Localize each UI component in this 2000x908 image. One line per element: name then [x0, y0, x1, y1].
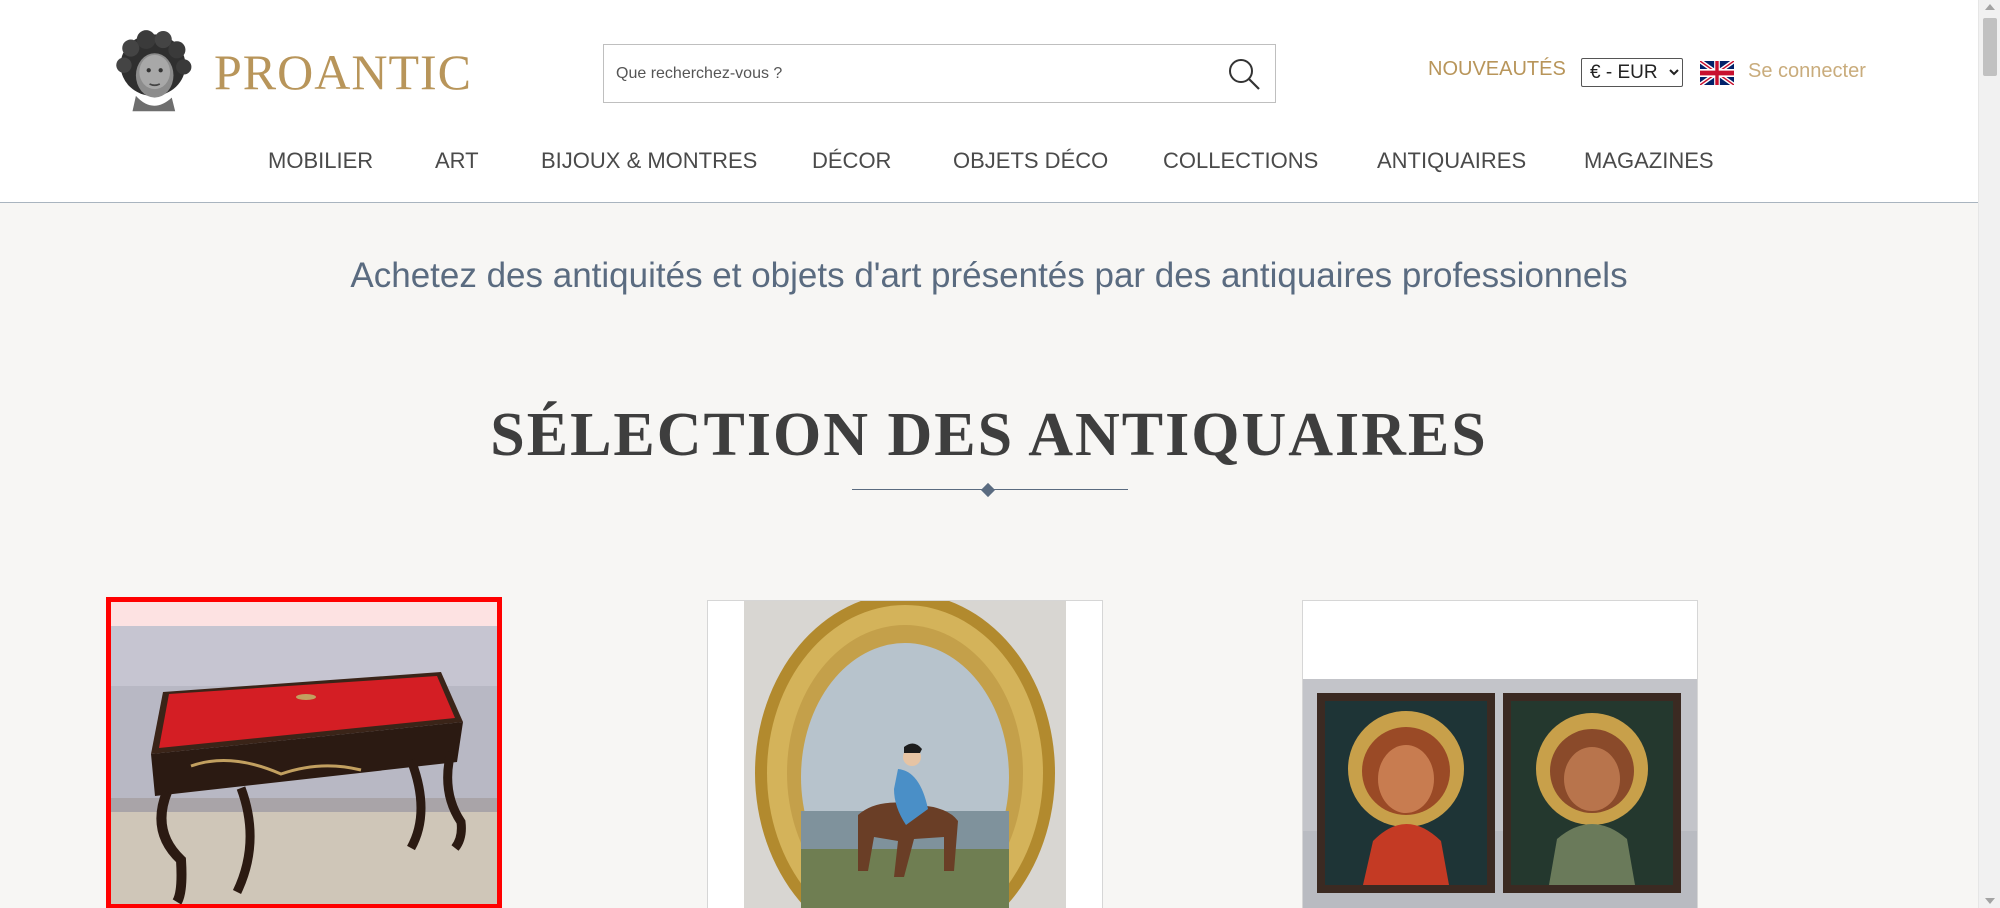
search-icon[interactable]: [1227, 57, 1261, 91]
section-title: SÉLECTION DES ANTIQUAIRES: [490, 401, 1488, 469]
product-card-icons[interactable]: [1302, 600, 1698, 908]
divider-ornament: [980, 482, 996, 498]
product-image-portrait: [708, 601, 1102, 908]
search-bar: [603, 44, 1276, 103]
scroll-down-arrow-icon[interactable]: [1985, 898, 1995, 904]
main-nav: MOBILIER ART BIJOUX & MONTRES DÉCOR OBJE…: [0, 148, 1978, 178]
page-tagline: Achetez des antiquités et objets d'art p…: [350, 256, 1628, 295]
nav-item-art[interactable]: ART: [435, 148, 479, 174]
bust-logo-icon: [116, 30, 192, 112]
product-image-desk: [111, 602, 497, 904]
nav-item-objets-deco[interactable]: OBJETS DÉCO: [953, 148, 1108, 174]
page-scrollbar[interactable]: [1978, 0, 2000, 908]
product-card-desk[interactable]: [106, 597, 502, 908]
nav-item-mobilier[interactable]: MOBILIER: [268, 148, 373, 174]
scrollbar-thumb[interactable]: [1983, 18, 1997, 76]
search-input[interactable]: [604, 45, 1204, 102]
logo[interactable]: PROANTIC: [112, 20, 472, 124]
nav-item-antiquaires[interactable]: ANTIQUAIRES: [1377, 148, 1526, 174]
product-card-portrait[interactable]: [707, 600, 1103, 908]
product-image-icons: [1303, 601, 1697, 908]
nav-item-magazines[interactable]: MAGAZINES: [1584, 148, 1714, 174]
login-link[interactable]: Se connecter: [1748, 60, 1866, 83]
scroll-up-arrow-icon[interactable]: [1985, 4, 1995, 10]
logo-text: PROANTIC: [213, 44, 472, 100]
nav-item-decor[interactable]: DÉCOR: [812, 148, 891, 174]
currency-select[interactable]: € - EUR: [1581, 58, 1683, 87]
nouveautes-link[interactable]: NOUVEAUTÉS: [1428, 58, 1566, 81]
nav-item-collections[interactable]: COLLECTIONS: [1163, 148, 1318, 174]
uk-flag-icon[interactable]: [1700, 61, 1734, 85]
nav-item-bijoux-montres[interactable]: BIJOUX & MONTRES: [541, 148, 757, 174]
site-header: PROANTIC NOUVEAUTÉS € - EUR Se connecter…: [0, 0, 1978, 203]
